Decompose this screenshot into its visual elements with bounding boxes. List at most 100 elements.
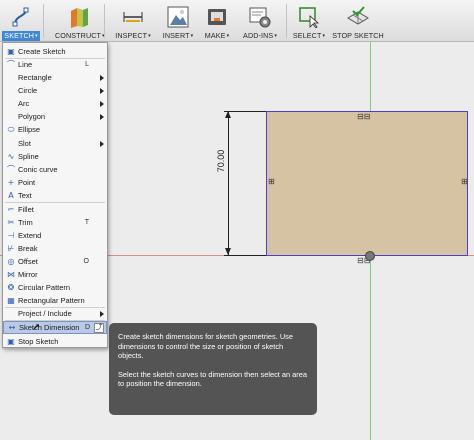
menu-item-break[interactable]: ⊬ Break: [3, 242, 107, 255]
stop-sketch-icon: [347, 6, 369, 25]
menu-item-fillet[interactable]: ⌐ Fillet: [3, 203, 107, 216]
mirror-icon: ⋈: [7, 270, 15, 279]
menu-item-shortcut: L: [85, 61, 89, 68]
origin-point-icon[interactable]: [365, 251, 375, 261]
menu-item-point[interactable]: + Point: [3, 176, 107, 189]
add-ins-icon: [249, 7, 271, 28]
vertical-constraint-icon[interactable]: ⊞: [461, 177, 468, 186]
point-icon: +: [7, 178, 15, 187]
menu-item-label: Rectangular Pattern: [18, 296, 85, 305]
dimension-arrow-top: [225, 111, 231, 118]
menu-item-spline[interactable]: ∿ Spline: [3, 150, 107, 163]
submenu-arrow-icon: [100, 100, 104, 107]
menu-item-stop-sketch[interactable]: ▣ Stop Sketch: [3, 335, 107, 348]
menu-item-label: Break: [18, 244, 38, 253]
menu-item-slot[interactable]: Slot: [3, 137, 107, 150]
mouse-cursor-icon: ➚: [32, 322, 41, 333]
menu-item-label: Stop Sketch: [18, 337, 59, 346]
menu-item-label: Trim: [18, 218, 33, 227]
submenu-arrow-icon: [100, 74, 104, 81]
construct-menu-button[interactable]: CONSTRUCT▾: [55, 0, 105, 42]
menu-item-trim[interactable]: ✂ Trim T: [3, 216, 107, 229]
menu-item-label: Fillet: [18, 205, 34, 214]
menu-item-label: Circle: [18, 86, 38, 95]
select-icon: [299, 7, 320, 28]
toolbar: SKETCH▾ CONSTRUCT▾ INSPECT▾: [0, 0, 474, 42]
menu-item-extend[interactable]: ⊣ Extend: [3, 229, 107, 242]
menu-item-label: Extend: [18, 231, 42, 240]
sketch-dimension-icon: ↔: [8, 323, 16, 332]
tooltip-instructions: Select the sketch curves to dimension th…: [118, 369, 307, 389]
break-icon: ⊬: [7, 244, 15, 253]
pin-to-toolbar-icon[interactable]: ⤴: [94, 323, 104, 333]
submenu-arrow-icon: [100, 113, 104, 120]
menu-item-label: Spline: [18, 152, 39, 161]
menu-item-label: Rectangle: [18, 73, 52, 82]
toolbar-separator: [286, 4, 287, 38]
extend-icon: ⊣: [7, 231, 15, 240]
menu-item-mirror[interactable]: ⋈ Mirror: [3, 268, 107, 281]
menu-item-label: Mirror: [18, 270, 38, 279]
submenu-arrow-icon: [100, 310, 104, 317]
menu-item-shortcut: D: [84, 324, 90, 331]
horizontal-constraint-icon[interactable]: ⊟⊟: [357, 112, 370, 121]
spline-icon: ∿: [7, 152, 15, 161]
inspect-menu-button[interactable]: INSPECT▾: [113, 0, 153, 42]
sketch-icon: [12, 7, 29, 27]
menu-item-label: Ellipse: [18, 125, 41, 134]
conic-curve-icon: ⌒: [7, 165, 15, 174]
menu-item-create-sketch[interactable]: ▣ Create Sketch: [3, 45, 107, 58]
menu-item-conic-curve[interactable]: ⌒ Conic curve: [3, 163, 107, 176]
rectangular-pattern-icon: ▦: [7, 296, 15, 305]
menu-item-shortcut: O: [83, 258, 89, 265]
create-sketch-icon: ▣: [7, 47, 15, 56]
insert-icon: [167, 6, 189, 28]
fillet-icon: ⌐: [7, 205, 15, 214]
menu-item-circle[interactable]: Circle: [3, 84, 107, 97]
sketch-menu-button[interactable]: SKETCH▾: [0, 0, 42, 42]
make-menu-button[interactable]: MAKE▾: [200, 0, 234, 42]
make-icon: [208, 9, 226, 25]
sketch-dropdown-menu: ▣ Create Sketch ⌒ Line L Rectangle Circle Arc Po…: [2, 42, 108, 348]
vertical-constraint-icon[interactable]: ⊞: [268, 177, 275, 186]
menu-item-ellipse[interactable]: ⬭ Ellipse: [3, 123, 107, 136]
tooltip-description: Create sketch dimensions for sketch geom…: [118, 332, 293, 361]
menu-item-rectangle[interactable]: Rectangle: [3, 71, 107, 84]
menu-item-line[interactable]: ⌒ Line L: [3, 58, 107, 71]
circular-pattern-icon: ❂: [7, 283, 15, 292]
dimension-value[interactable]: 70.00: [216, 146, 226, 176]
trim-icon: ✂: [7, 218, 15, 227]
menu-item-label: Create Sketch: [18, 47, 66, 56]
menu-item-circular-pattern[interactable]: ❂ Circular Pattern: [3, 281, 107, 294]
menu-item-rectangular-pattern[interactable]: ▦ Rectangular Pattern: [3, 294, 107, 307]
menu-item-label: Project / Include: [18, 309, 72, 318]
add-ins-menu-button[interactable]: ADD-INS▾: [237, 0, 283, 42]
dimension-extension-line: [224, 255, 266, 256]
submenu-arrow-icon: [100, 140, 104, 147]
menu-item-sketch-dimension[interactable]: ↔ Sketch Dimension D ⤴: [3, 321, 107, 334]
menu-item-project-include[interactable]: Project / Include: [3, 307, 107, 320]
menu-item-polygon[interactable]: Polygon: [3, 110, 107, 123]
menu-item-label: Circular Pattern: [18, 283, 71, 292]
stop-sketch-menu-icon: ▣: [7, 337, 15, 346]
toolbar-separator: [43, 4, 44, 38]
menu-item-label: Conic curve: [18, 165, 58, 174]
menu-item-arc[interactable]: Arc: [3, 97, 107, 110]
insert-menu-button[interactable]: INSERT▾: [158, 0, 198, 42]
menu-item-label: Arc: [18, 99, 30, 108]
menu-item-label: Point: [18, 178, 36, 187]
menu-item-shortcut: T: [84, 219, 89, 226]
menu-item-offset[interactable]: ◎ Offset O: [3, 255, 107, 268]
select-menu-button[interactable]: SELECT▾: [289, 0, 329, 42]
menu-item-label: Sketch Dimension: [19, 323, 80, 332]
sketch-rectangle[interactable]: [266, 111, 468, 256]
offset-icon: ◎: [7, 257, 15, 266]
dimension-arrow-bottom: [225, 248, 231, 255]
stop-sketch-button[interactable]: STOP SKETCH: [332, 0, 384, 42]
menu-item-text[interactable]: A Text: [3, 189, 107, 202]
toolbar-separator: [104, 4, 105, 38]
menu-item-label: Text: [18, 191, 32, 200]
submenu-arrow-icon: [100, 87, 104, 94]
inspect-icon: [123, 12, 143, 22]
dimension-line: [228, 111, 229, 255]
